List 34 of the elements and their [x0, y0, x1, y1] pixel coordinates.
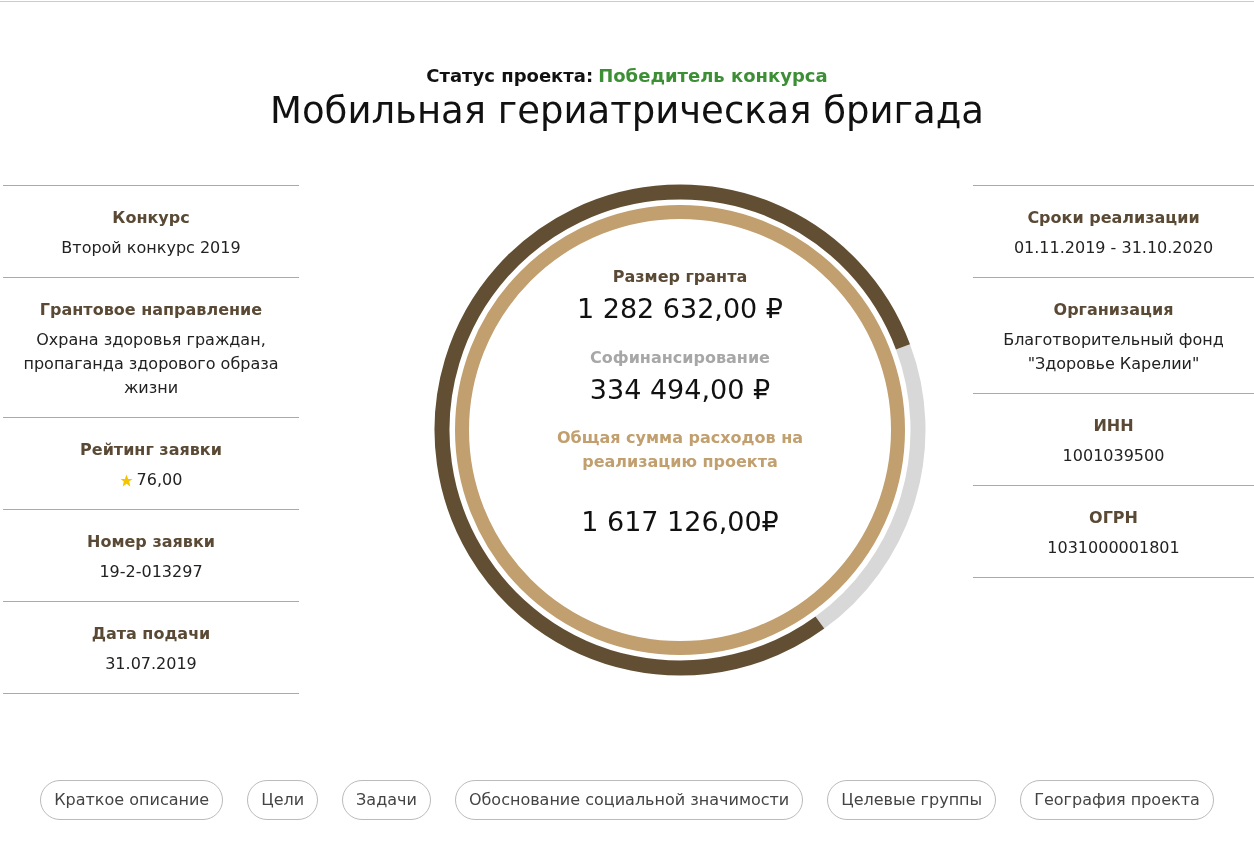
field-label: Номер заявки [86, 531, 216, 554]
field-label: Рейтинг заявки [79, 439, 223, 462]
field-value: 19-2-013297 [98, 561, 204, 584]
section-tab[interactable]: Целевые группы [827, 780, 997, 821]
field-value: 31.07.2019 [104, 653, 198, 676]
field-label: Конкурс [111, 207, 191, 230]
field-value: 1001039500 [1061, 445, 1166, 468]
field-value: 01.11.2019 - 31.10.2020 [1012, 237, 1215, 260]
grant-amount: 1 282 632,00 ₽ [575, 292, 785, 327]
section-tab[interactable]: Краткое описание [40, 780, 224, 821]
section-tab[interactable]: География проекта [1020, 780, 1214, 821]
total-amount: 1 617 126,00₽ [580, 505, 780, 540]
status-value: Победитель конкурса [598, 65, 828, 86]
cofinancing-label: Софинансирование [589, 346, 771, 369]
grant-label: Размер гранта [611, 266, 749, 289]
cofinancing-amount: 334 494,00 ₽ [588, 372, 772, 407]
field-label: ОГРН [1088, 507, 1139, 530]
field-value: Благотворительный фонд "Здоровье Карелии" [1002, 329, 1225, 376]
rating-value: 76,00 [136, 469, 183, 492]
field-value: Второй конкурс 2019 [60, 237, 242, 260]
status-label: Статус проекта: [426, 65, 594, 86]
field-label: Грантовое направление [38, 299, 264, 322]
section-tab[interactable]: Задачи [342, 780, 431, 821]
field-value: Охрана здоровья граждан, пропаганда здорового образа жизни [22, 329, 280, 400]
field-label: Организация [1052, 299, 1175, 322]
field-value: 1031000001801 [1046, 537, 1181, 560]
field-label: ИНН [1092, 415, 1135, 438]
section-tab[interactable]: Цели [247, 780, 319, 821]
star-icon [119, 473, 133, 487]
project-title: Мобильная гериатрическая бригада [269, 89, 985, 134]
field-label: Сроки реализации [1026, 207, 1201, 230]
section-tab[interactable]: Обоснование социальной значимости [454, 780, 804, 821]
total-label: Общая сумма расходов на реализацию проекта [555, 427, 804, 474]
field-label: Дата подачи [90, 623, 212, 646]
